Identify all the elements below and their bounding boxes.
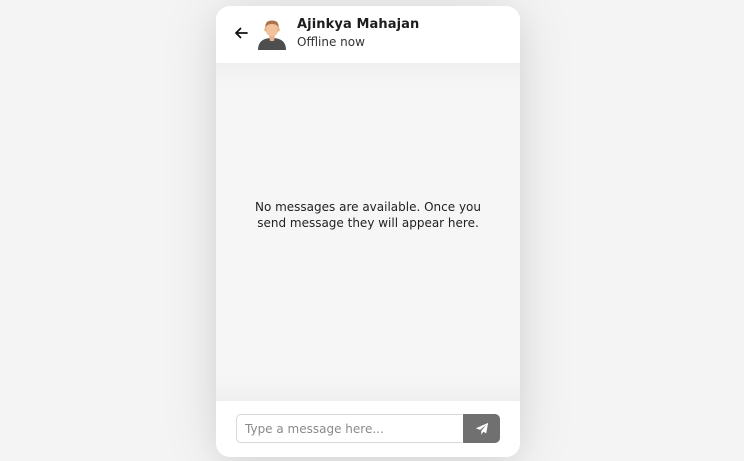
empty-state-message: No messages are available. Once you send… <box>254 200 482 230</box>
chat-window: Ajinkya Mahajan Offline now No messages … <box>216 6 520 457</box>
message-form <box>216 401 520 457</box>
avatar <box>258 20 286 50</box>
back-arrow-icon[interactable] <box>232 24 250 42</box>
contact-name: Ajinkya Mahajan <box>297 17 420 32</box>
paper-plane-icon <box>475 422 488 435</box>
chat-header: Ajinkya Mahajan Offline now <box>216 6 520 64</box>
message-input[interactable] <box>236 414 462 443</box>
chat-box[interactable]: No messages are available. Once you send… <box>216 63 520 401</box>
send-button[interactable] <box>463 414 500 443</box>
contact-status: Offline now <box>297 35 365 49</box>
